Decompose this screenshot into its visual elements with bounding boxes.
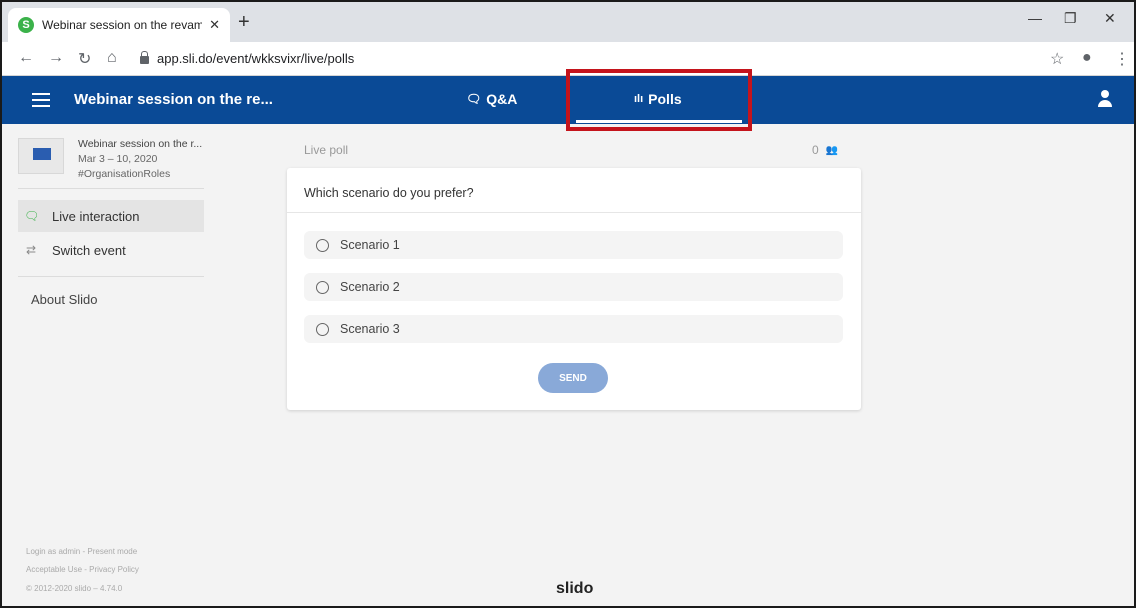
footer-copyright: © 2012-2020 slido – 4.74.0	[26, 584, 123, 593]
minimize-icon[interactable]: —	[1028, 10, 1042, 26]
chat-icon: 🗨	[24, 209, 40, 223]
account-icon[interactable]: ●	[1082, 49, 1092, 67]
back-arrow-icon[interactable]: ←	[18, 49, 34, 67]
poll-card: Which scenario do you prefer? Scenario 1…	[287, 168, 861, 410]
slido-logo: slido	[556, 580, 594, 597]
poll-option-label: Scenario 2	[340, 280, 400, 294]
poll-option-label: Scenario 1	[340, 238, 400, 252]
home-icon[interactable]: ⌂	[107, 49, 117, 67]
url-field[interactable]: app.sli.do/event/wkksvixr/live/polls	[140, 51, 354, 66]
reload-icon[interactable]: ↻	[78, 49, 91, 69]
restore-icon[interactable]: ❐	[1064, 10, 1077, 27]
sidebar: Webinar session on the r... Mar 3 – 10, …	[0, 124, 212, 608]
event-name: Webinar session on the r...	[78, 138, 203, 150]
divider	[287, 212, 861, 213]
event-title: Webinar session on the re...	[74, 91, 273, 108]
sidebar-item-label: Live interaction	[52, 208, 140, 224]
event-info: Webinar session on the r... Mar 3 – 10, …	[78, 137, 202, 182]
tab-qa-label: Q&A	[486, 91, 518, 107]
poll-question: Which scenario do you prefer?	[304, 186, 474, 200]
hamburger-menu-icon[interactable]	[32, 93, 50, 107]
divider	[18, 188, 204, 189]
new-tab-button[interactable]: +	[238, 12, 250, 32]
poll-option-3[interactable]: Scenario 3	[304, 315, 843, 343]
close-tab-icon[interactable]: ✕	[209, 17, 220, 33]
slido-favicon-icon: S	[18, 17, 34, 33]
switch-arrows-icon: ⇄	[25, 243, 37, 257]
lock-icon	[140, 51, 149, 64]
close-window-icon[interactable]: ✕	[1104, 10, 1116, 27]
people-icon: 👥	[825, 144, 839, 156]
menu-dots-icon[interactable]: ⋮	[1114, 49, 1130, 69]
annotation-highlight-box	[566, 69, 752, 131]
browser-tab-strip: S Webinar session on the revampe ✕ + — ❐…	[0, 0, 1136, 42]
participant-count-value: 0	[812, 143, 819, 157]
sidebar-item-live-interaction[interactable]: 🗨 Live interaction	[18, 200, 204, 232]
divider	[18, 276, 204, 277]
footer-admin-links[interactable]: Login as admin - Present mode	[26, 547, 137, 556]
browser-tab[interactable]: S Webinar session on the revampe ✕	[8, 8, 230, 42]
poll-option-2[interactable]: Scenario 2	[304, 273, 843, 301]
url-text: app.sli.do/event/wkksvixr/live/polls	[157, 51, 355, 66]
tab-qa[interactable]: 🗨 Q&A	[466, 91, 517, 107]
event-thumbnail	[18, 138, 64, 174]
about-slido-link[interactable]: About Slido	[31, 292, 98, 307]
poll-option-1[interactable]: Scenario 1	[304, 231, 843, 259]
sidebar-item-label: Switch event	[52, 242, 126, 258]
send-button[interactable]: SEND	[538, 363, 608, 393]
event-dates: Mar 3 – 10, 2020	[78, 153, 158, 165]
sidebar-item-switch-event[interactable]: ⇄ Switch event	[18, 234, 204, 266]
live-poll-label: Live poll	[304, 143, 349, 157]
user-profile-icon[interactable]	[1097, 90, 1113, 108]
radio-button[interactable]	[316, 238, 329, 252]
radio-button[interactable]	[316, 322, 329, 336]
forward-arrow-icon[interactable]: →	[48, 49, 64, 67]
event-code: #OrganisationRoles	[78, 168, 171, 180]
radio-button[interactable]	[316, 280, 329, 294]
footer-policy-links[interactable]: Acceptable Use - Privacy Policy	[26, 565, 139, 574]
participant-count: 0 👥	[812, 143, 838, 157]
poll-option-label: Scenario 3	[340, 322, 400, 336]
browser-tab-title: Webinar session on the revampe	[42, 18, 202, 32]
star-icon[interactable]: ☆	[1050, 49, 1064, 69]
chat-bubbles-icon: 🗨	[466, 92, 482, 106]
